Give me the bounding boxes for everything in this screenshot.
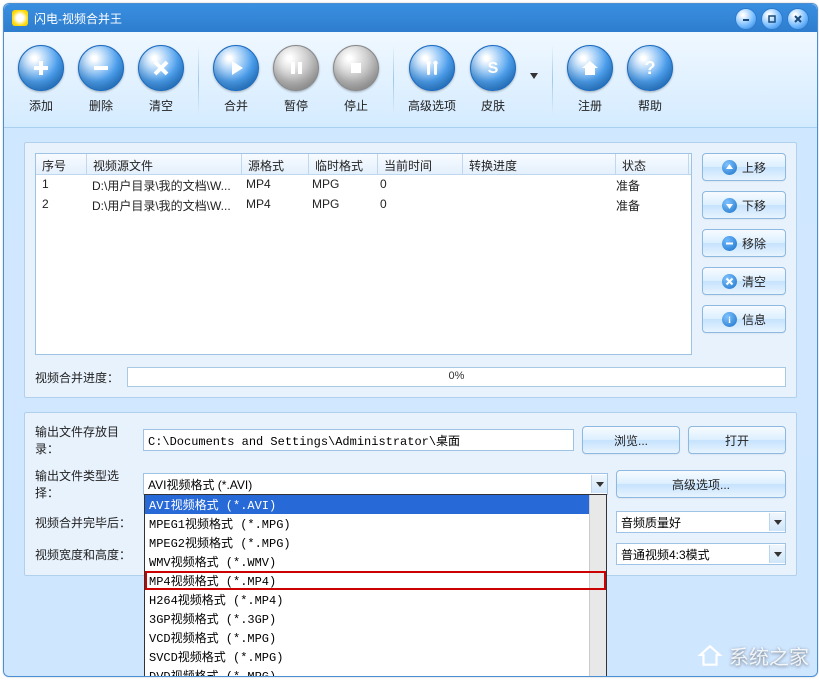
home-icon — [567, 45, 613, 91]
maximize-button[interactable] — [761, 8, 783, 30]
col-src[interactable]: 视频源文件 — [87, 154, 242, 174]
remove-button[interactable]: 移除 — [702, 229, 786, 257]
col-srcfmt[interactable]: 源格式 — [242, 154, 309, 174]
pause-icon — [273, 45, 319, 91]
output-panel: 输出文件存放目录： 浏览... 打开 输出文件类型选择： AVI视频格式 (*.… — [24, 412, 797, 576]
col-progress[interactable]: 转换进度 — [463, 154, 616, 174]
house-icon — [697, 643, 723, 669]
format-option[interactable]: AVI视频格式 (*.AVI) — [145, 495, 606, 514]
minus-icon — [78, 45, 124, 91]
output-dir-label: 输出文件存放目录： — [35, 423, 135, 457]
skin-icon: S — [470, 45, 516, 91]
arrow-down-icon — [722, 198, 737, 213]
toolbar-separator — [552, 45, 553, 115]
svg-text:?: ? — [645, 58, 656, 78]
minus-circle-icon — [722, 236, 737, 251]
chevron-down-icon — [769, 513, 785, 531]
add-button[interactable]: 添加 — [18, 45, 64, 114]
open-button[interactable]: 打开 — [688, 426, 786, 454]
close-button[interactable] — [787, 8, 809, 30]
advanced-button[interactable]: 高级选项 — [408, 45, 456, 114]
after-merge-label: 视频合并完毕后： — [35, 514, 135, 531]
delete-button[interactable]: 删除 — [78, 45, 124, 114]
info-button[interactable]: i信息 — [702, 305, 786, 333]
table-row[interactable]: 2D:\用户目录\我的文档\W...MP4MPG0准备 — [36, 195, 691, 215]
format-option[interactable]: WMV视频格式 (*.WMV) — [145, 552, 606, 571]
clear-list-button[interactable]: 清空 — [702, 267, 786, 295]
col-state[interactable]: 状态 — [616, 154, 689, 174]
info-icon: i — [722, 312, 737, 327]
title-bar: 闪电-视频合并王 — [4, 4, 817, 32]
table-row[interactable]: 1D:\用户目录\我的文档\W...MP4MPG0准备 — [36, 175, 691, 195]
format-option[interactable]: MPEG2视频格式 (*.MPG) — [145, 533, 606, 552]
col-seq[interactable]: 序号 — [36, 154, 87, 174]
help-icon: ? — [627, 45, 673, 91]
col-time[interactable]: 当前时间 — [378, 154, 463, 174]
advanced-options-button[interactable]: 高级选项... — [616, 470, 786, 498]
help-button[interactable]: ? 帮助 — [627, 45, 673, 114]
format-option[interactable]: MPEG1视频格式 (*.MPG) — [145, 514, 606, 533]
register-button[interactable]: 注册 — [567, 45, 613, 114]
output-type-select[interactable]: AVI视频格式 (*.AVI) AVI视频格式 (*.AVI)MPEG1视频格式… — [143, 473, 608, 495]
format-option[interactable]: SVCD视频格式 (*.MPG) — [145, 647, 606, 666]
svg-text:i: i — [728, 315, 731, 324]
video-size-label: 视频宽度和高度： — [35, 546, 135, 563]
progress-label: 视频合并进度： — [35, 369, 119, 386]
file-list-panel: 序号 视频源文件 源格式 临时格式 当前时间 转换进度 状态 1D:\用户目录\… — [24, 142, 797, 398]
aspect-ratio-select[interactable]: 普通视频4:3模式 — [616, 543, 786, 565]
stop-icon — [333, 45, 379, 91]
progress-bar: 0% — [127, 367, 786, 387]
app-title: 闪电-视频合并王 — [34, 10, 122, 27]
list-header: 序号 视频源文件 源格式 临时格式 当前时间 转换进度 状态 — [36, 154, 691, 175]
toolbar: 添加 删除 清空 合并 暂停 停止 — [4, 32, 817, 128]
skin-dropdown-arrow[interactable] — [530, 73, 538, 79]
app-icon — [12, 10, 28, 26]
output-dir-input[interactable] — [143, 429, 574, 451]
pause-button[interactable]: 暂停 — [273, 45, 319, 114]
stop-button[interactable]: 停止 — [333, 45, 379, 114]
audio-quality-select[interactable]: 音频质量好 — [616, 511, 786, 533]
minimize-button[interactable] — [735, 8, 757, 30]
app-window: 闪电-视频合并王 添加 删除 清空 合并 — [3, 3, 818, 677]
clear-button[interactable]: 清空 — [138, 45, 184, 114]
merge-button[interactable]: 合并 — [213, 45, 259, 114]
format-option[interactable]: DVD视频格式 (*.MPG) — [145, 666, 606, 677]
browse-button[interactable]: 浏览... — [582, 426, 680, 454]
format-option[interactable]: MP4视频格式 (*.MP4) — [145, 571, 606, 590]
skin-button[interactable]: S 皮肤 — [470, 45, 516, 114]
svg-text:S: S — [488, 60, 499, 77]
format-option[interactable]: H264视频格式 (*.MP4) — [145, 590, 606, 609]
chevron-down-icon — [769, 545, 785, 563]
watermark: 系统之家 — [697, 641, 809, 670]
x-circle-icon — [722, 274, 737, 289]
arrow-up-icon — [722, 160, 737, 175]
chevron-down-icon — [591, 475, 607, 493]
format-option[interactable]: 3GP视频格式 (*.3GP) — [145, 609, 606, 628]
output-type-label: 输出文件类型选择： — [35, 467, 135, 501]
tools-icon — [409, 45, 455, 91]
toolbar-separator — [198, 45, 199, 115]
plus-icon — [18, 45, 64, 91]
move-down-button[interactable]: 下移 — [702, 191, 786, 219]
x-icon — [138, 45, 184, 91]
col-tmpfmt[interactable]: 临时格式 — [309, 154, 378, 174]
move-up-button[interactable]: 上移 — [702, 153, 786, 181]
file-list[interactable]: 序号 视频源文件 源格式 临时格式 当前时间 转换进度 状态 1D:\用户目录\… — [35, 153, 692, 355]
play-icon — [213, 45, 259, 91]
format-option[interactable]: VCD视频格式 (*.MPG) — [145, 628, 606, 647]
progress-percent: 0% — [449, 370, 465, 382]
format-dropdown-list: AVI视频格式 (*.AVI)MPEG1视频格式 (*.MPG)MPEG2视频格… — [144, 494, 607, 677]
toolbar-separator — [393, 45, 394, 115]
